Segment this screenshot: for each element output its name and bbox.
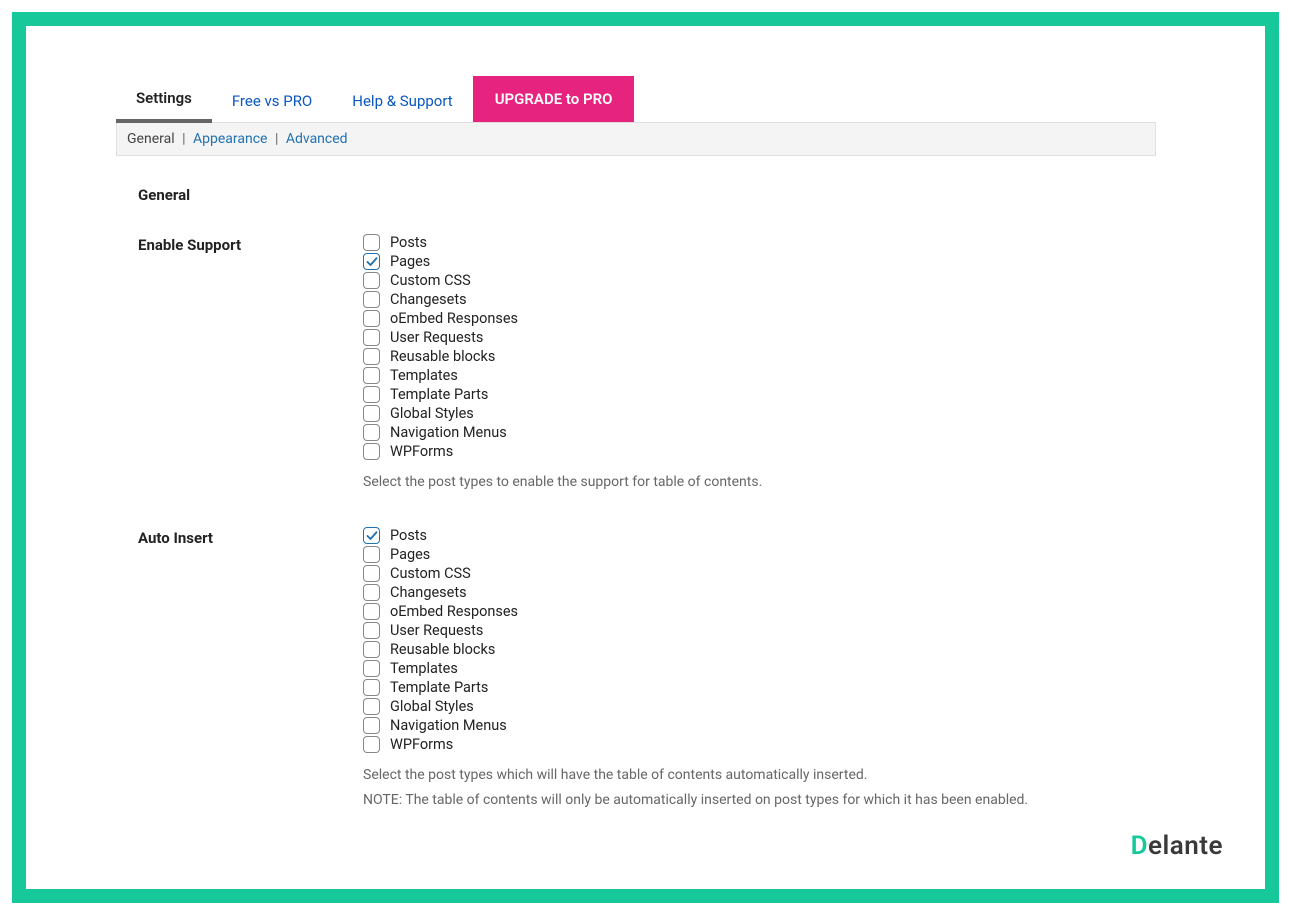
enable-support-option-label: WPForms (390, 443, 453, 460)
enable-support-checkbox[interactable] (363, 272, 380, 289)
enable-support-option-label: Custom CSS (390, 272, 471, 289)
auto-insert-option: Global Styles (363, 698, 1156, 715)
help-auto-insert-1: Select the post types which will have th… (363, 765, 1156, 786)
enable-support-checkbox[interactable] (363, 386, 380, 403)
help-enable-support: Select the post types to enable the supp… (363, 472, 1156, 493)
enable-support-checkbox[interactable] (363, 348, 380, 365)
auto-insert-checkbox[interactable] (363, 527, 380, 544)
field-enable-support: Enable Support Posts Pages Custom CSS Chang… (116, 214, 1156, 493)
brand-logo: Delante (1131, 831, 1223, 861)
enable-support-option: Pages (363, 253, 1156, 270)
separator: | (182, 131, 185, 147)
auto-insert-checkbox[interactable] (363, 622, 380, 639)
enable-support-checkbox[interactable] (363, 310, 380, 327)
enable-support-option: Custom CSS (363, 272, 1156, 289)
auto-insert-option-label: Posts (390, 527, 427, 544)
auto-insert-option: Reusable blocks (363, 641, 1156, 658)
auto-insert-options: Posts Pages Custom CSS Changesets oEmbed Res… (363, 527, 1156, 811)
enable-support-option-label: oEmbed Responses (390, 310, 518, 327)
auto-insert-option-label: User Requests (390, 622, 483, 639)
tab-free-vs-pro[interactable]: Free vs PRO (212, 80, 332, 122)
tab-settings[interactable]: Settings (116, 77, 212, 123)
auto-insert-option: Changesets (363, 584, 1156, 601)
auto-insert-checkbox[interactable] (363, 698, 380, 715)
auto-insert-option-label: oEmbed Responses (390, 603, 518, 620)
enable-support-option: Templates (363, 367, 1156, 384)
enable-support-option: Navigation Menus (363, 424, 1156, 441)
content: Settings Free vs PRO Help & Support UPGR… (116, 76, 1156, 811)
auto-insert-option-label: Custom CSS (390, 565, 471, 582)
auto-insert-checkbox[interactable] (363, 660, 380, 677)
label-auto-insert: Auto Insert (138, 527, 363, 547)
enable-support-option-label: User Requests (390, 329, 483, 346)
tab-upgrade-pro[interactable]: UPGRADE to PRO (473, 76, 635, 122)
enable-support-checkbox[interactable] (363, 367, 380, 384)
enable-support-option-label: Pages (390, 253, 430, 270)
enable-support-checkbox[interactable] (363, 291, 380, 308)
auto-insert-checkbox[interactable] (363, 546, 380, 563)
enable-support-option: Changesets (363, 291, 1156, 308)
app-frame: Settings Free vs PRO Help & Support UPGR… (12, 12, 1279, 903)
enable-support-checkbox[interactable] (363, 405, 380, 422)
auto-insert-option: Templates (363, 660, 1156, 677)
enable-support-option-label: Navigation Menus (390, 424, 507, 441)
section-title-general: General (116, 156, 1156, 214)
auto-insert-option: WPForms (363, 736, 1156, 753)
enable-support-option-label: Changesets (390, 291, 467, 308)
auto-insert-option-label: Changesets (390, 584, 467, 601)
enable-support-option: WPForms (363, 443, 1156, 460)
enable-support-option-label: Global Styles (390, 405, 474, 422)
separator: | (275, 131, 278, 147)
help-auto-insert-2: NOTE: The table of contents will only be… (363, 790, 1156, 811)
enable-support-option-label: Template Parts (390, 386, 488, 403)
auto-insert-checkbox[interactable] (363, 717, 380, 734)
auto-insert-option: oEmbed Responses (363, 603, 1156, 620)
subnav-appearance[interactable]: Appearance (193, 131, 267, 147)
main-tabs: Settings Free vs PRO Help & Support UPGR… (116, 76, 1156, 123)
tab-help-support[interactable]: Help & Support (332, 80, 472, 122)
auto-insert-checkbox[interactable] (363, 736, 380, 753)
enable-support-checkbox[interactable] (363, 329, 380, 346)
auto-insert-checkbox[interactable] (363, 584, 380, 601)
enable-support-option-label: Posts (390, 234, 427, 251)
auto-insert-option-label: Template Parts (390, 679, 488, 696)
enable-support-checkbox[interactable] (363, 443, 380, 460)
enable-support-option-label: Templates (390, 367, 458, 384)
enable-support-option: Template Parts (363, 386, 1156, 403)
logo-d: D (1131, 831, 1148, 861)
subnav-general[interactable]: General (127, 131, 175, 147)
enable-support-option: User Requests (363, 329, 1156, 346)
enable-support-option-label: Reusable blocks (390, 348, 495, 365)
auto-insert-option-label: Templates (390, 660, 458, 677)
auto-insert-option-label: Reusable blocks (390, 641, 495, 658)
auto-insert-checkbox[interactable] (363, 565, 380, 582)
auto-insert-option: Template Parts (363, 679, 1156, 696)
sub-navigation: General | Appearance | Advanced (116, 123, 1156, 156)
enable-support-options: Posts Pages Custom CSS Changesets oEmbed Res… (363, 234, 1156, 493)
auto-insert-option: Pages (363, 546, 1156, 563)
auto-insert-option: Custom CSS (363, 565, 1156, 582)
enable-support-option: Reusable blocks (363, 348, 1156, 365)
subnav-advanced[interactable]: Advanced (286, 131, 348, 147)
auto-insert-option: Posts (363, 527, 1156, 544)
auto-insert-option-label: Global Styles (390, 698, 474, 715)
logo-rest: elante (1148, 831, 1223, 861)
enable-support-option: Posts (363, 234, 1156, 251)
enable-support-option: Global Styles (363, 405, 1156, 422)
enable-support-option: oEmbed Responses (363, 310, 1156, 327)
auto-insert-option-label: Pages (390, 546, 430, 563)
auto-insert-option: Navigation Menus (363, 717, 1156, 734)
auto-insert-checkbox[interactable] (363, 679, 380, 696)
field-auto-insert: Auto Insert Posts Pages Custom CSS Changese… (116, 493, 1156, 811)
enable-support-checkbox[interactable] (363, 424, 380, 441)
auto-insert-checkbox[interactable] (363, 603, 380, 620)
auto-insert-option-label: Navigation Menus (390, 717, 507, 734)
auto-insert-option-label: WPForms (390, 736, 453, 753)
enable-support-checkbox[interactable] (363, 234, 380, 251)
label-enable-support: Enable Support (138, 234, 363, 254)
auto-insert-checkbox[interactable] (363, 641, 380, 658)
auto-insert-option: User Requests (363, 622, 1156, 639)
enable-support-checkbox[interactable] (363, 253, 380, 270)
